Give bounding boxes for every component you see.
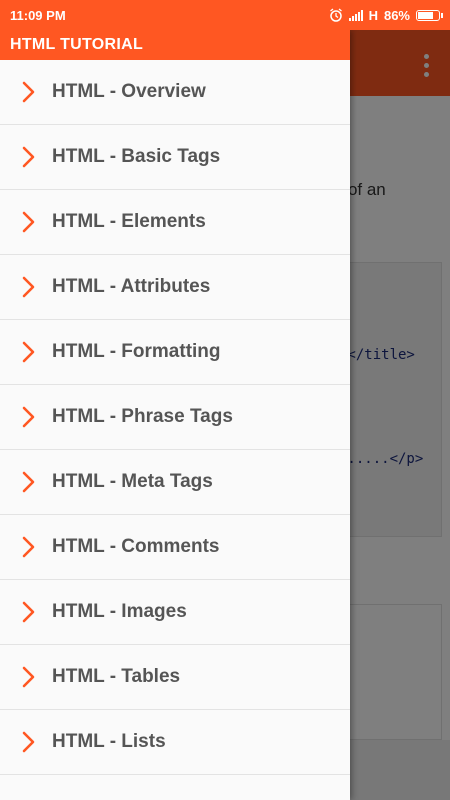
status-time: 11:09 PM: [10, 7, 66, 23]
status-bar: 11:09 PM H 86%: [0, 0, 450, 30]
menu-item[interactable]: HTML - Comments: [0, 515, 350, 580]
menu-item-label: HTML - Overview: [52, 81, 206, 102]
menu-list: HTML - Overview HTML - Basic Tags HTML - E…: [0, 60, 350, 775]
chevron-right-icon: [22, 276, 35, 298]
menu-item-label: HTML - Basic Tags: [52, 146, 221, 167]
chevron-right-icon: [22, 471, 35, 493]
menu-item[interactable]: HTML - Formatting: [0, 320, 350, 385]
menu-item[interactable]: HTML - Elements: [0, 190, 350, 255]
chevron-right-icon: [22, 406, 35, 428]
menu-item[interactable]: HTML - Meta Tags: [0, 450, 350, 515]
chevron-right-icon: [22, 731, 35, 753]
navigation-drawer: HTML TUTORIAL HTML - Overview HTML - Basi…: [0, 30, 350, 800]
menu-item-label: HTML - Meta Tags: [52, 471, 213, 492]
menu-item[interactable]: HTML - Attributes: [0, 255, 350, 320]
chevron-right-icon: [22, 81, 35, 103]
menu-item[interactable]: HTML - Basic Tags: [0, 125, 350, 190]
network-type: H: [368, 7, 378, 23]
menu-item-label: HTML - Images: [52, 601, 187, 622]
menu-item[interactable]: HTML - Images: [0, 580, 350, 645]
chevron-right-icon: [22, 211, 35, 233]
chevron-right-icon: [22, 146, 35, 168]
menu-item-label: HTML - Lists: [52, 731, 166, 752]
battery-percent: 86%: [383, 7, 410, 23]
status-icons: H 86%: [329, 7, 443, 23]
menu-item-label: HTML - Phrase Tags: [52, 406, 233, 427]
alarm-icon: [329, 8, 342, 22]
menu-item[interactable]: HTML - Lists: [0, 710, 350, 775]
menu-item-label: HTML - Tables: [52, 666, 181, 687]
menu-item[interactable]: HTML - Phrase Tags: [0, 385, 350, 450]
menu-item[interactable]: HTML - Tables: [0, 645, 350, 710]
chevron-right-icon: [22, 601, 35, 623]
signal-icon: [348, 9, 363, 21]
chevron-right-icon: [22, 536, 35, 558]
battery-icon: [416, 9, 443, 21]
menu-item[interactable]: HTML - Overview: [0, 60, 350, 125]
chevron-right-icon: [22, 666, 35, 688]
menu-item-label: HTML - Elements: [52, 211, 206, 232]
drawer-title: HTML TUTORIAL: [0, 30, 350, 60]
menu-item-label: HTML - Attributes: [52, 276, 211, 297]
menu-item-label: HTML - Comments: [52, 536, 220, 557]
menu-item-label: HTML - Formatting: [52, 341, 221, 362]
chevron-right-icon: [22, 341, 35, 363]
